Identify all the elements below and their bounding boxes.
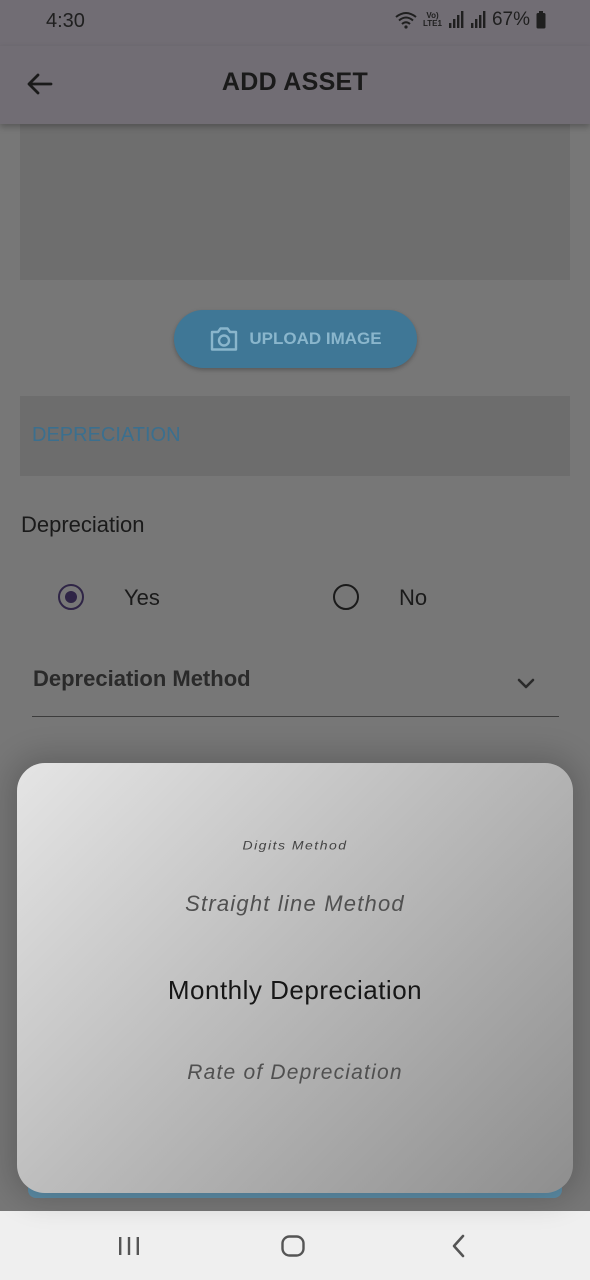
battery-icon <box>536 11 546 29</box>
upload-image-label: UPLOAD IMAGE <box>249 329 382 348</box>
page-title: ADD ASSET <box>221 68 369 96</box>
home-icon[interactable] <box>280 1233 306 1259</box>
back-chevron-icon[interactable] <box>448 1233 470 1259</box>
section-header: DEPRECIATION <box>20 396 570 476</box>
status-icons: Vo) LTE1 67% <box>395 9 546 31</box>
signal-icon <box>448 11 464 28</box>
battery-percent: 67% <box>491 9 530 30</box>
dropdown-label: Depreciation Method <box>33 666 251 691</box>
recents-icon[interactable] <box>117 1233 141 1259</box>
app-bar: ADD ASSET <box>0 46 590 124</box>
radio-no-label[interactable]: No <box>399 585 427 611</box>
camera-icon <box>211 327 238 351</box>
volte-indicator: Vo) LTE1 <box>423 11 442 28</box>
section-title: DEPRECIATION <box>32 424 181 446</box>
chevron-down-icon <box>517 678 535 689</box>
radio-yes[interactable] <box>58 584 84 610</box>
screen: 4:30 Vo) LTE1 67% ADD ASSET UPLOAD IMAGE… <box>0 0 590 1280</box>
system-nav-bar <box>0 1211 590 1280</box>
picker-item-selected[interactable]: Monthly Depreciation <box>17 975 573 1006</box>
picker-item[interactable]: Digits Method <box>17 838 573 852</box>
depreciation-label: Depreciation <box>21 512 145 537</box>
radio-yes-label[interactable]: Yes <box>124 585 160 611</box>
depreciation-method-dropdown[interactable]: Depreciation Method <box>32 654 559 717</box>
radio-no[interactable] <box>333 584 359 610</box>
image-preview-area <box>20 124 570 280</box>
picker-item[interactable]: Straight line Method <box>17 891 573 917</box>
status-bar: 4:30 Vo) LTE1 67% <box>0 0 590 46</box>
status-time: 4:30 <box>46 10 85 32</box>
picker-item[interactable]: Rate of Depreciation <box>17 1061 573 1085</box>
method-picker[interactable]: Digits Method Straight line Method Month… <box>17 763 573 1193</box>
signal-icon-2 <box>470 11 486 28</box>
wifi-icon <box>395 12 417 29</box>
upload-image-button[interactable]: UPLOAD IMAGE <box>174 310 417 368</box>
